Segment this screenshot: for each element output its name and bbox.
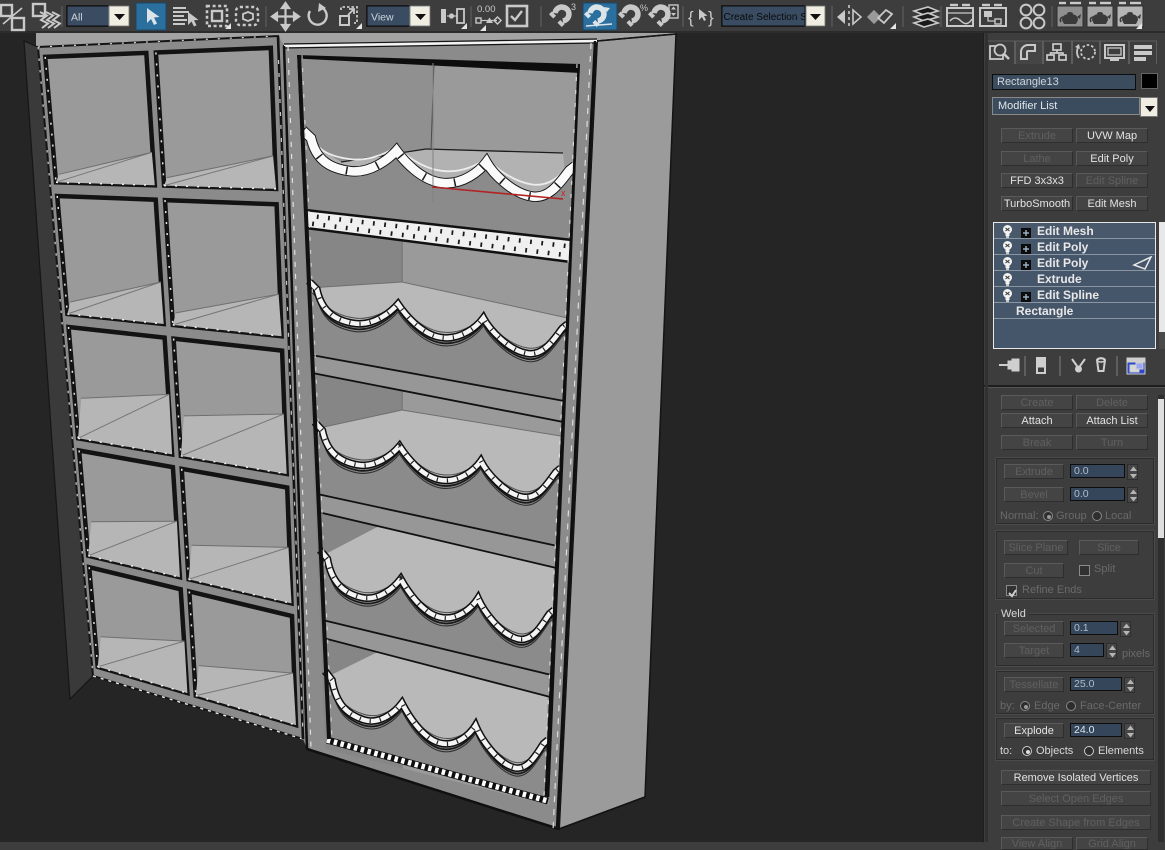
svg-text:{: { [688,8,694,27]
svg-text:}: } [708,8,714,27]
svg-text:Create Selection Set: Create Selection Set [724,12,816,23]
svg-text:3: 3 [571,2,576,12]
svg-text:All: All [71,12,83,24]
svg-text:x: x [561,188,566,198]
svg-text:0.00: 0.00 [477,4,496,15]
svg-text:View: View [371,12,394,24]
svg-text:%: % [640,3,648,13]
